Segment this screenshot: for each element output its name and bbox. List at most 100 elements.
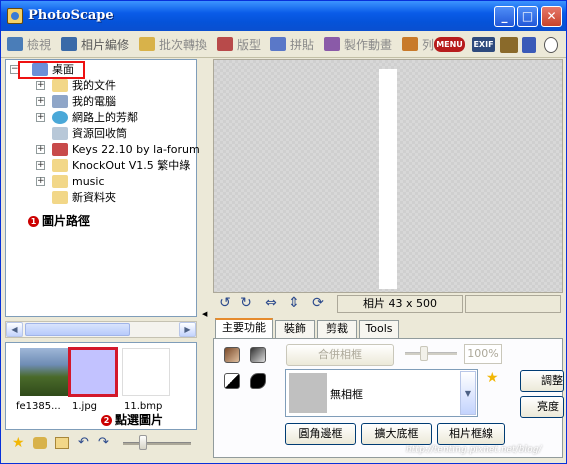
tab-home[interactable]: 主要功能 [215, 318, 273, 339]
thumbnail-label: fe1385... [16, 401, 61, 412]
adjust-button[interactable]: 調整 [520, 370, 564, 392]
tree-item-label: KnockOut V1.5 繁中綠 [72, 159, 191, 172]
tree-item-label: 資源回收筒 [72, 127, 127, 140]
tab-viewer[interactable]: 檢視 [7, 35, 51, 55]
flip-vertical-icon[interactable]: ⇕ [286, 296, 302, 311]
scroll-left-icon[interactable]: ◀ [6, 322, 23, 337]
canvas-statusbar: ↺ ↻ ⇔ ⇕ ⟳ 相片 43 x 500 [213, 293, 563, 315]
rotate-custom-icon[interactable]: ⟳ [310, 296, 326, 311]
expand-icon[interactable]: + [36, 81, 45, 90]
panel-splitter[interactable]: ◀ [200, 59, 210, 457]
tab-label: 拼貼 [290, 38, 315, 52]
round-corner-button[interactable]: 圓角邊框 [285, 423, 356, 445]
chevron-down-icon[interactable]: ▼ [460, 371, 476, 415]
gif-icon [324, 37, 340, 51]
thumbnail-size-slider[interactable] [123, 442, 191, 445]
folder-icon [52, 191, 68, 204]
tab-print[interactable]: 列 [402, 35, 434, 55]
tree-item-desktop[interactable]: − 桌面 [10, 61, 90, 79]
refresh-folder-icon[interactable] [33, 437, 47, 449]
brightness-button[interactable]: 亮度 [520, 396, 564, 418]
scroll-right-icon[interactable]: ▶ [179, 322, 196, 337]
frame-style-half-icon[interactable] [224, 373, 240, 389]
frame-size-slider[interactable] [405, 352, 457, 355]
tab-label: 列 [422, 38, 435, 52]
frame-style-gray-icon[interactable] [250, 347, 266, 363]
photo-edit-icon [61, 37, 77, 51]
thumbnail-flower[interactable] [20, 348, 68, 396]
flip-horizontal-icon[interactable]: ⇔ [263, 296, 279, 311]
tab-label: 批次轉換 [159, 38, 208, 52]
exif-button[interactable]: EXIF [472, 37, 495, 52]
page-icon [217, 37, 233, 51]
rotate-left-icon[interactable]: ↺ [217, 296, 233, 311]
thumbnail-toolbar: ★ ↶ ↷ [5, 431, 200, 455]
menu-button[interactable]: MENU [434, 37, 465, 52]
expand-icon[interactable]: + [36, 177, 45, 186]
collapse-arrow-icon[interactable]: ◀ [202, 309, 207, 319]
app-icon [7, 8, 23, 24]
folder-icon [52, 143, 68, 156]
frame-style-round-icon[interactable] [250, 373, 266, 389]
tab-crop[interactable]: 剪裁 [317, 320, 357, 338]
expand-icon[interactable]: + [36, 145, 45, 154]
computer-icon [52, 95, 68, 108]
frame-select-dropdown[interactable]: 無相框 ▼ [285, 369, 478, 417]
thumbnail-blank[interactable] [122, 348, 170, 396]
forward-arrow-icon[interactable]: ↷ [98, 436, 112, 449]
edit-tabs: 主要功能 裝飾 剪裁 Tools [213, 318, 563, 339]
slider-thumb[interactable] [420, 346, 428, 361]
annotation-text: 點選圖片 [115, 413, 164, 427]
expand-icon[interactable]: + [36, 113, 45, 122]
tab-page[interactable]: 版型 [217, 35, 261, 55]
minimize-button[interactable]: _ [494, 6, 515, 27]
tab-label: 版型 [237, 38, 262, 52]
documents-folder-icon [52, 79, 68, 92]
tab-label: 製作動畫 [344, 38, 393, 52]
back-arrow-icon[interactable]: ↶ [78, 436, 92, 449]
tab-batch[interactable]: 批次轉換 [139, 35, 207, 55]
slider-thumb[interactable] [139, 435, 147, 450]
tree-horizontal-scrollbar[interactable]: ◀ ▶ [5, 321, 197, 338]
tab-tools[interactable]: Tools [359, 320, 399, 338]
thumbnail-list: fe1385... 1.jpg 11.bmp 2 點選圖片 [5, 342, 197, 430]
film-icon[interactable] [500, 37, 518, 53]
expand-icon[interactable]: + [36, 161, 45, 170]
photo-preview [379, 69, 397, 289]
thumbnail-lavender-selected[interactable] [68, 347, 118, 397]
main-toolbar: 檢視 相片編修 批次轉換 版型 拼貼 製作動畫 列 MENU EXIF [1, 31, 566, 58]
tab-combine[interactable]: 拼貼 [270, 35, 314, 55]
annotation-path: 1 圖片路徑 [28, 212, 90, 229]
tab-animated-gif[interactable]: 製作動畫 [324, 35, 392, 55]
photo-frame-line-button[interactable]: 相片框線 [437, 423, 505, 445]
tree-item-label: 新資料夾 [72, 191, 116, 204]
tree-item-label: music [72, 175, 105, 188]
close-button[interactable]: ✕ [541, 6, 562, 27]
tab-label: 檢視 [27, 38, 52, 52]
tab-editor[interactable]: 相片編修 [61, 35, 129, 55]
expand-frame-button[interactable]: 擴大底框 [361, 423, 432, 445]
help-icon[interactable] [544, 37, 558, 53]
favorite-star-icon[interactable]: ★ [486, 371, 499, 385]
frame-style-brown-icon[interactable] [224, 347, 240, 363]
copy-icon[interactable] [522, 37, 536, 53]
print-icon [402, 37, 418, 51]
tab-decorate[interactable]: 裝飾 [275, 320, 315, 338]
scroll-thumb[interactable] [25, 323, 130, 336]
expand-icon[interactable]: + [36, 97, 45, 106]
annotation-number: 2 [101, 415, 112, 426]
folder-tree: − 桌面 + 我的文件 + 我的電腦 + 網路上的芳鄰 資源回收筒 + Keys… [5, 59, 200, 317]
window-title: PhotoScape [28, 8, 114, 23]
combine-icon [270, 37, 286, 51]
maximize-button[interactable]: □ [517, 6, 538, 27]
image-size-status: 相片 43 x 500 [337, 295, 463, 313]
favorite-star-icon[interactable]: ★ [12, 436, 26, 450]
photoscape-window: PhotoScape _ □ ✕ 檢視 相片編修 批次轉換 版型 拼貼 製作動畫… [0, 0, 567, 464]
title-bar[interactable]: PhotoScape _ □ ✕ [1, 1, 566, 31]
frame-percent-field[interactable]: 100% [464, 344, 502, 364]
combine-frame-button[interactable]: 合併相框 [286, 344, 394, 366]
annotation-text: 圖片路徑 [42, 214, 91, 228]
open-folder-icon[interactable] [55, 437, 69, 449]
rotate-right-icon[interactable]: ↻ [238, 296, 254, 311]
annotation-highlight-box [18, 61, 85, 79]
